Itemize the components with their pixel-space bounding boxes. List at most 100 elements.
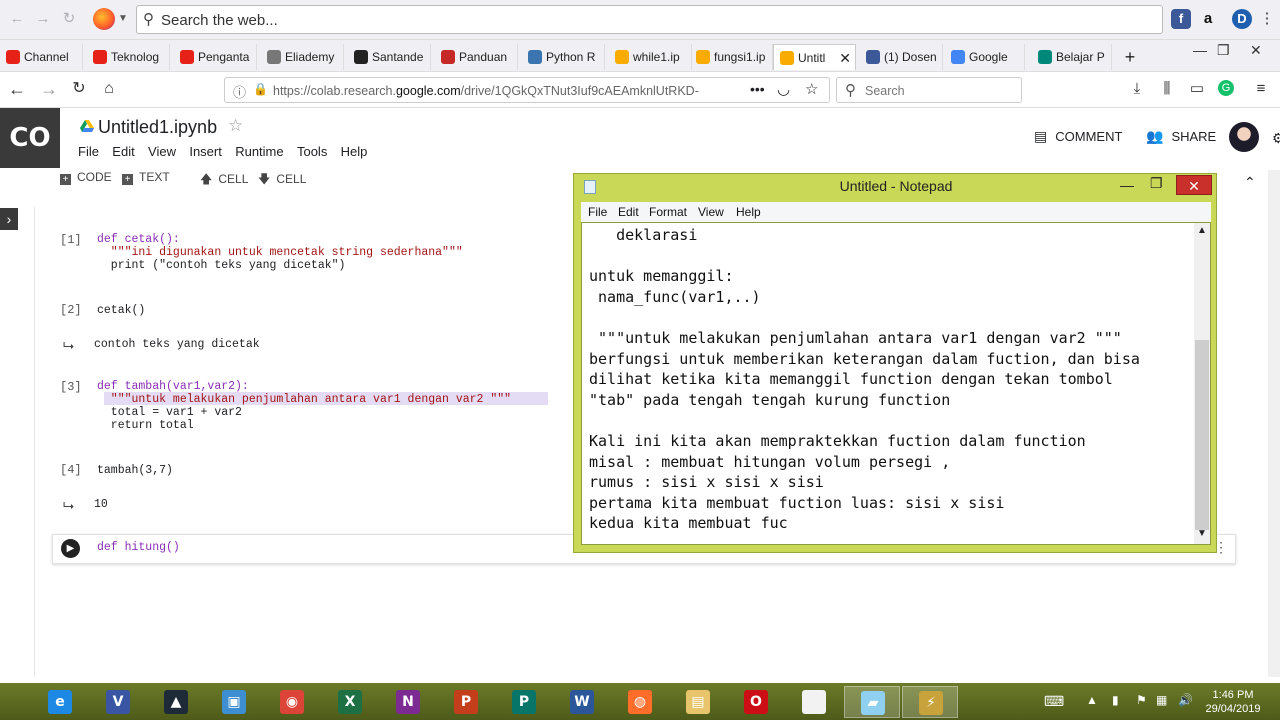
maximize-icon[interactable]: ❐: [1150, 175, 1163, 192]
firefox-menu-icon[interactable]: [93, 8, 115, 30]
close-tab-icon[interactable]: ✕: [839, 45, 851, 70]
taskbar-publisher-button[interactable]: P: [496, 686, 552, 718]
share-button[interactable]: 👥 SHARE: [1146, 128, 1216, 145]
taskbar-app-window-button[interactable]: ▣: [206, 686, 262, 718]
move-cell-down-button[interactable]: 🡇 CELL: [258, 170, 306, 191]
code-cell-4[interactable]: tambah(3,7): [97, 464, 173, 477]
maximize-window-icon[interactable]: ❐: [1217, 42, 1230, 59]
new-tab-button[interactable]: +: [1116, 44, 1144, 70]
menu-edit[interactable]: Edit: [112, 144, 134, 159]
download-icon[interactable]: ⤓: [1128, 80, 1146, 98]
scroll-up-icon[interactable]: ▲: [1197, 225, 1207, 236]
page-scrollbar[interactable]: [1268, 170, 1280, 677]
comment-button[interactable]: ▤ COMMENT: [1034, 128, 1122, 145]
menu-tools[interactable]: Tools: [297, 144, 327, 159]
code-cell-3[interactable]: def tambah(var1,var2): """untuk melakuka…: [97, 380, 511, 432]
tab-fungsi1[interactable]: fungsi1.ip: [690, 44, 773, 70]
colab-logo[interactable]: CO: [0, 108, 60, 168]
avatar[interactable]: [1229, 122, 1259, 152]
taskbar-notepad-button[interactable]: ▰: [844, 686, 900, 718]
info-icon[interactable]: ⓘ: [233, 82, 246, 101]
taskbar-explorer-button[interactable]: ▤: [670, 686, 726, 718]
menu-runtime[interactable]: Runtime: [235, 144, 283, 159]
menu-format[interactable]: Format: [649, 205, 687, 219]
menu-file[interactable]: File: [588, 205, 607, 219]
forward-icon[interactable]: →: [34, 10, 52, 28]
tab-python[interactable]: Python R: [522, 44, 605, 70]
tab-while1[interactable]: while1.ip: [609, 44, 692, 70]
minimize-window-icon[interactable]: —: [1193, 42, 1207, 58]
code-cell-2[interactable]: cetak(): [97, 304, 145, 317]
menu-view[interactable]: View: [698, 205, 724, 219]
taskbar-word-button[interactable]: W: [554, 686, 610, 718]
notepad-content[interactable]: deklarasi untuk memanggil: nama_func(var…: [589, 225, 1140, 534]
taskbar-blank-doc-button[interactable]: [786, 686, 842, 718]
facebook-icon[interactable]: f: [1171, 9, 1191, 29]
add-text-button[interactable]: + TEXT: [122, 170, 170, 185]
move-cell-up-button[interactable]: 🡅 CELL: [200, 170, 248, 191]
grammarly-icon[interactable]: G: [1218, 80, 1234, 96]
run-cell-button[interactable]: ▶: [61, 539, 80, 558]
menu-view[interactable]: View: [148, 144, 176, 159]
taskbar-ie-button[interactable]: e: [32, 686, 88, 718]
keyboard-icon[interactable]: ⌨: [1044, 693, 1064, 710]
page-actions-icon[interactable]: •••: [750, 81, 765, 97]
menu-edit[interactable]: Edit: [618, 205, 639, 219]
chevron-down-icon[interactable]: ▼: [114, 10, 132, 28]
close-button[interactable]: ✕: [1176, 175, 1212, 195]
taskbar-powerpoint-button[interactable]: P: [438, 686, 494, 718]
back-icon[interactable]: ←: [8, 80, 26, 98]
bookmark-star-icon[interactable]: ☆: [805, 80, 818, 98]
tab-channel[interactable]: Channel: [0, 44, 83, 70]
sidebar-toggle-button[interactable]: ›: [0, 208, 18, 230]
star-icon[interactable]: ☆: [228, 116, 243, 136]
taskbar-firefox-button[interactable]: ◍: [612, 686, 668, 718]
scrollbar-thumb[interactable]: [1195, 340, 1209, 530]
forward-icon[interactable]: →: [40, 80, 58, 98]
web-search-input[interactable]: ⚲ Search the web...: [136, 5, 1163, 34]
notepad-text-area[interactable]: deklarasi untuk memanggil: nama_func(var…: [581, 222, 1211, 545]
menu-insert[interactable]: Insert: [189, 144, 222, 159]
menu-help[interactable]: Help: [736, 205, 761, 219]
network-icon[interactable]: ▦: [1156, 693, 1167, 707]
menu-help[interactable]: Help: [341, 144, 368, 159]
tab-eliademy[interactable]: Eliademy: [261, 44, 344, 70]
code-cell-1[interactable]: def cetak(): """ini digunakan untuk menc…: [97, 233, 463, 272]
home-icon[interactable]: ⌂: [100, 80, 118, 98]
code-cell-5[interactable]: def hitung(): [97, 541, 180, 554]
tab-santander[interactable]: Santande: [348, 44, 431, 70]
clock[interactable]: 1:46 PM 29/04/2019: [1200, 688, 1266, 716]
reload-icon[interactable]: ↻: [60, 10, 78, 28]
tab-panduan[interactable]: Panduan: [435, 44, 518, 70]
tab-penganta[interactable]: Penganta: [174, 44, 257, 70]
tab-teknolog[interactable]: Teknolog: [87, 44, 170, 70]
volume-icon[interactable]: 🔊: [1178, 693, 1193, 707]
taskbar-winamp-button[interactable]: ⚡: [902, 686, 958, 718]
pocket-icon[interactable]: ◡: [777, 80, 790, 98]
tab-google[interactable]: Google: [945, 44, 1025, 70]
back-icon[interactable]: ←: [8, 10, 26, 28]
minimize-icon[interactable]: —: [1120, 177, 1134, 193]
taskbar-visio-button[interactable]: V: [90, 686, 146, 718]
library-icon[interactable]: ⫼: [1158, 80, 1176, 98]
notebook-title[interactable]: Untitled1.ipynb: [98, 117, 217, 138]
gear-icon[interactable]: ⚙: [1272, 130, 1280, 147]
chevron-up-icon[interactable]: ⌃: [1244, 174, 1256, 191]
more-icon[interactable]: ⋮: [1258, 10, 1276, 28]
output-icon[interactable]: ⮡: [63, 497, 74, 514]
tab-dosen[interactable]: (1) Dosen: [860, 44, 943, 70]
battery-icon[interactable]: ▮: [1112, 693, 1119, 707]
add-code-button[interactable]: + CODE: [60, 170, 112, 185]
menu-file[interactable]: File: [78, 144, 99, 159]
output-icon[interactable]: ⮡: [63, 337, 74, 354]
extension-d-icon[interactable]: D: [1232, 9, 1252, 29]
taskbar-bird-button[interactable]: ▲: [148, 686, 204, 718]
flag-icon[interactable]: ⚑: [1136, 693, 1147, 707]
url-field[interactable]: ⓘ 🔒 https://colab.research.google.com/dr…: [224, 77, 830, 103]
tab-untitled-active[interactable]: Untitl ✕: [773, 44, 856, 70]
amazon-icon[interactable]: a: [1198, 9, 1218, 29]
taskbar-chrome-button[interactable]: ◉: [264, 686, 320, 718]
taskbar-opera-button[interactable]: O: [728, 686, 784, 718]
close-window-icon[interactable]: ✕: [1250, 42, 1262, 59]
taskbar-onenote-button[interactable]: N: [380, 686, 436, 718]
